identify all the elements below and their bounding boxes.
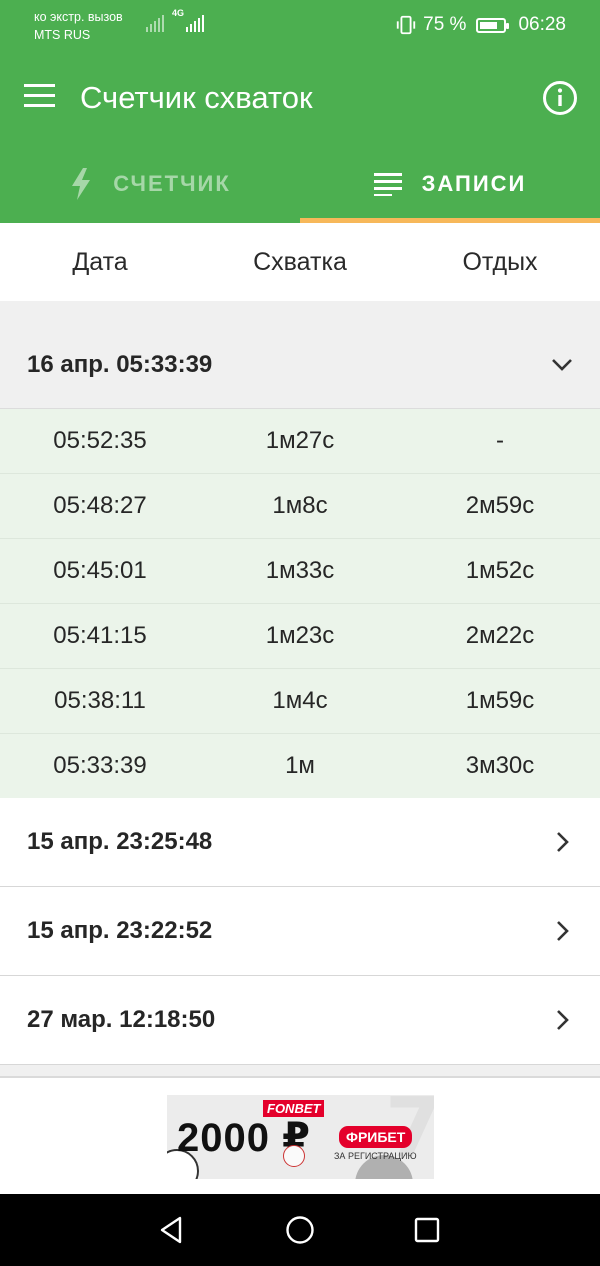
list-icon	[373, 172, 402, 196]
table-row: 05:48:27 1м8с 2м59с	[0, 474, 600, 539]
cell-contraction: 1м33с	[265, 557, 335, 584]
vibrate-icon	[396, 15, 416, 35]
session-title: 27 мар. 12:18:50	[27, 1006, 216, 1033]
column-header-date: Дата	[72, 248, 128, 276]
clock: 06:28	[518, 14, 566, 35]
chevron-right-icon	[557, 921, 569, 941]
ad-banner[interactable]: 7 FONBET 2000 ₽ ФРИБЕТ ЗА РЕГИСТРАЦИЮ	[167, 1095, 434, 1179]
session-rows: 05:52:35 1м27с - 05:48:27 1м8с 2м59с 05:…	[0, 409, 600, 799]
table-row: 05:33:39 1м 3м30с	[0, 734, 600, 799]
app-bar: Счетчик схваток	[0, 52, 600, 144]
carrier-line-2: MTS RUS	[34, 28, 91, 42]
cell-time: 05:48:27	[53, 492, 147, 519]
table-row: 05:45:01 1м33с 1м52с	[0, 539, 600, 604]
cell-contraction: 1м	[285, 752, 315, 779]
records-list[interactable]: 16 апр. 05:33:39 05:52:35 1м27с - 05:48:…	[0, 301, 600, 1076]
session-title: 16 апр. 05:33:39	[27, 351, 213, 378]
lightning-icon	[72, 167, 91, 200]
chevron-right-icon	[557, 1010, 569, 1030]
cell-contraction: 1м27с	[265, 427, 335, 454]
cell-rest: 1м52с	[465, 557, 535, 584]
table-row: 05:52:35 1м27с -	[0, 409, 600, 474]
menu-button[interactable]	[24, 84, 56, 108]
cell-time: 05:45:01	[53, 557, 147, 584]
table-row: 05:41:15 1м23с 2м22с	[0, 604, 600, 669]
ad-badge: ФРИБЕТ	[339, 1126, 413, 1148]
cell-time: 05:33:39	[53, 752, 147, 779]
carrier-info: ко экстр. вызов MTS RUS	[34, 8, 123, 44]
ad-container: 7 FONBET 2000 ₽ ФРИБЕТ ЗА РЕГИСТРАЦИЮ	[0, 1076, 600, 1194]
cell-rest: 2м59с	[465, 492, 535, 519]
cell-rest: 1м59с	[465, 687, 535, 714]
tab-bar: СЧЕТЧИК ЗАПИСИ	[0, 144, 600, 223]
signal-indicators: 4G	[146, 8, 204, 32]
cell-time: 05:52:35	[53, 427, 147, 454]
column-header-rest: Отдых	[462, 248, 538, 276]
tab-counter-label: СЧЕТЧИК	[113, 170, 231, 196]
cell-time: 05:41:15	[53, 622, 147, 649]
session-header-collapsed[interactable]: 15 апр. 23:25:48	[0, 798, 600, 887]
session-header-collapsed[interactable]: 27 мар. 12:18:50	[0, 976, 600, 1065]
session-header-expanded[interactable]: 16 апр. 05:33:39	[0, 301, 600, 409]
chevron-right-icon	[557, 832, 569, 852]
cell-contraction: 1м23с	[265, 622, 335, 649]
column-headers: Дата Схватка Отдых	[0, 223, 600, 301]
cell-rest: 3м30с	[465, 752, 535, 779]
cell-rest: 2м22с	[465, 622, 535, 649]
baseball-graphic	[283, 1145, 305, 1167]
cell-time: 05:38:11	[54, 687, 146, 714]
cell-contraction: 1м4с	[272, 687, 328, 714]
signal-icon-sim2: 4G	[172, 8, 204, 32]
battery-icon	[476, 17, 510, 33]
status-bar: ко экстр. вызов MTS RUS 4G 75 % 06:28	[0, 0, 600, 52]
info-icon[interactable]	[542, 80, 578, 116]
column-header-contraction: Схватка	[253, 248, 347, 276]
tab-counter[interactable]: СЧЕТЧИК	[0, 144, 300, 223]
system-nav-bar	[0, 1194, 600, 1266]
carrier-line-1: ко экстр. вызов	[34, 10, 123, 24]
battery-percent: 75 %	[423, 14, 467, 35]
signal-icon-sim1	[146, 12, 164, 32]
cell-contraction: 1м8с	[272, 492, 328, 519]
chevron-down-icon	[552, 359, 572, 371]
status-right: 75 % 06:28	[395, 14, 566, 36]
ad-subtext: ЗА РЕГИСТРАЦИЮ	[334, 1151, 417, 1161]
session-title: 15 апр. 23:25:48	[27, 828, 213, 855]
app-title: Счетчик схваток	[80, 80, 313, 115]
network-type-label: 4G	[172, 8, 185, 18]
back-icon[interactable]	[156, 1214, 188, 1246]
cell-rest: -	[496, 427, 504, 454]
tab-records[interactable]: ЗАПИСИ	[300, 144, 600, 223]
session-title: 15 апр. 23:22:52	[27, 917, 213, 944]
recents-icon[interactable]	[411, 1214, 443, 1246]
home-icon[interactable]	[284, 1214, 316, 1246]
session-header-collapsed[interactable]: 15 апр. 23:22:52	[0, 887, 600, 976]
table-row: 05:38:11 1м4с 1м59с	[0, 669, 600, 734]
tab-records-label: ЗАПИСИ	[421, 170, 527, 196]
